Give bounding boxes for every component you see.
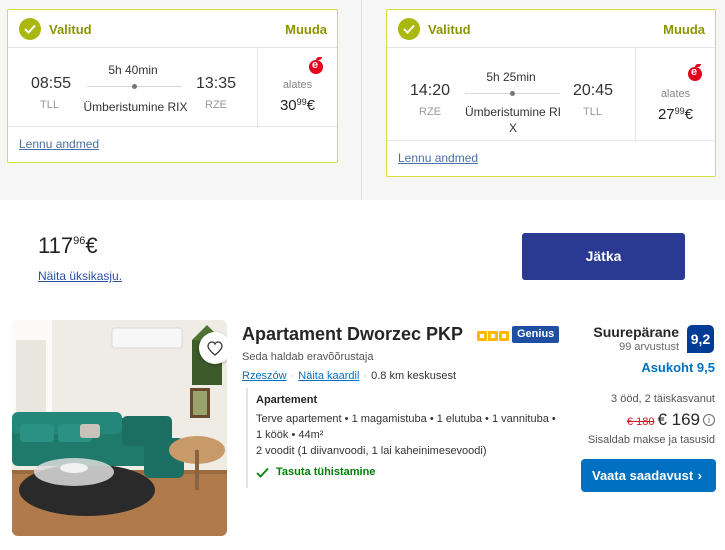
currency: € <box>684 106 694 123</box>
dot-icon <box>510 91 515 96</box>
inbound-segment: 14:20 RZE 5h 25min Ümberistumine RI X 20… <box>387 48 636 142</box>
flight-selection-area: Valitud Muuda 08:55 TLL 5h 40min Ümberis… <box>0 0 725 200</box>
genius-badge: Genius <box>512 326 560 343</box>
bed-info: 2 voodit (1 diivanvoodi, 1 lai kaheinime… <box>256 445 487 457</box>
room-details: Apartement Terve apartement • 1 magamist… <box>246 388 566 488</box>
show-breakdown-link[interactable]: Näita üksikasju. <box>38 269 122 283</box>
price-row: € 180 € 169 i <box>627 410 715 430</box>
airline-logo-icon <box>688 66 702 81</box>
outbound-card-header: Valitud Muuda <box>8 10 337 48</box>
depart-time: 14:20 <box>410 82 451 99</box>
price-main: 30 <box>279 97 297 114</box>
total-price-main: 117 <box>38 233 74 258</box>
flight-duration: 5h 25min <box>486 70 536 84</box>
transfer-info: Ümberistumine RIX <box>83 100 188 114</box>
inbound-price-column: alates 2799€ <box>635 48 715 142</box>
inbound-price: 2799€ <box>636 106 715 123</box>
city-link[interactable]: Rzeszów <box>242 370 287 382</box>
arrive-airport-code: RZE <box>205 99 227 111</box>
transfer-line-1: Ümberistumine RI <box>464 105 562 119</box>
depart-time: 08:55 <box>31 75 72 92</box>
depart-airport-code: RZE <box>419 106 441 118</box>
price-main: 27 <box>657 106 675 123</box>
price-cents: 99 <box>674 106 685 116</box>
location-row: Rzeszów · Näita kaardil · 0.8 km keskusest <box>242 370 456 382</box>
check-icon <box>19 18 41 40</box>
room-type: Apartement <box>256 394 318 406</box>
transfer-info: Ümberistumine RI X <box>459 104 567 136</box>
outbound-price: 3099€ <box>258 97 337 114</box>
hotel-card: Apartament Dworzec PKP Genius Seda halda… <box>0 316 725 550</box>
outbound-price-column: alates 3099€ <box>257 48 337 128</box>
airline-logo-leaf <box>316 57 322 60</box>
info-icon[interactable]: i <box>703 414 715 426</box>
total-currency: € <box>85 233 98 258</box>
selected-status: Valitud <box>428 22 471 37</box>
airline-logo-icon <box>309 59 323 74</box>
total-price-cents: 96 <box>73 235 86 247</box>
continue-button[interactable]: Jätka <box>522 233 685 280</box>
from-label: alates <box>282 79 313 91</box>
check-icon <box>256 467 269 478</box>
price-cents: 99 <box>296 97 307 107</box>
star-icon <box>477 331 487 341</box>
arrive-airport-code: TLL <box>583 106 602 118</box>
inbound-flight-card: Valitud Muuda 14:20 RZE 5h 25min Ümberis… <box>386 9 716 177</box>
chevron-right-icon: › <box>697 468 702 483</box>
outbound-segment: 08:55 TLL 5h 40min Ümberistumine RIX 13:… <box>8 48 258 128</box>
free-cancellation-label: Tasuta tühistamine <box>276 466 376 478</box>
review-score-badge[interactable]: 9,2 <box>687 325 714 353</box>
show-on-map-link[interactable]: Näita kaardil <box>298 370 359 382</box>
distance-text: 0.8 km keskusest <box>371 370 457 382</box>
dot-icon <box>132 84 137 89</box>
taxes-note: Sisaldab makse ja tasusid <box>587 434 715 446</box>
free-cancellation: Tasuta tühistamine <box>256 466 375 478</box>
check-icon <box>398 18 420 40</box>
see-availability-label: Vaata saadavust <box>592 468 694 483</box>
managed-by-text: Seda haldab eravõõrustaja <box>242 351 374 363</box>
arrive-time: 20:45 <box>573 82 614 99</box>
location-score: Asukoht 9,5 <box>641 360 715 375</box>
change-outbound-link[interactable]: Muuda <box>285 22 327 37</box>
hotel-name-link[interactable]: Apartament Dworzec PKP <box>242 324 463 345</box>
transfer-line-2: X <box>508 121 517 135</box>
total-price-bar: 11796€ Näita üksikasju. Jätka <box>8 203 717 313</box>
separator: · <box>290 370 295 382</box>
rating-word: Suurepärane <box>593 324 679 340</box>
room-features-line-1: Terve apartement • 1 magamistuba • 1 elu… <box>256 413 556 425</box>
depart-airport-code: TLL <box>40 99 59 111</box>
old-price: € 180 <box>626 416 655 428</box>
inbound-card-footer: Lennu andmed <box>387 140 715 176</box>
from-label: alates <box>660 88 691 100</box>
review-count: 99 arvustust <box>619 341 679 353</box>
apartment-photo-illustration <box>12 320 227 536</box>
stay-info: 3 ööd, 2 täiskasvanut <box>611 393 715 405</box>
favorite-button[interactable] <box>199 332 227 364</box>
change-inbound-link[interactable]: Muuda <box>663 22 705 37</box>
star-icon <box>488 331 498 341</box>
total-price: 11796€ <box>38 233 98 259</box>
arrive-time: 13:35 <box>196 75 237 92</box>
see-availability-button[interactable]: Vaata saadavust › <box>581 459 716 492</box>
hotel-photo[interactable] <box>12 320 227 536</box>
star-rating <box>477 328 510 346</box>
outbound-flight-card: Valitud Muuda 08:55 TLL 5h 40min Ümberis… <box>7 9 338 163</box>
inbound-card-header: Valitud Muuda <box>387 10 715 48</box>
flight-details-link[interactable]: Lennu andmed <box>19 137 99 151</box>
airline-logo-leaf <box>695 64 701 67</box>
separator: · <box>363 370 368 382</box>
outbound-card-footer: Lennu andmed <box>8 126 337 162</box>
flight-details-link[interactable]: Lennu andmed <box>398 151 478 165</box>
selected-status: Valitud <box>49 22 92 37</box>
currency: € <box>306 97 316 114</box>
heart-icon <box>207 341 223 356</box>
column-divider <box>361 0 362 200</box>
current-price: € 169 <box>657 410 700 429</box>
star-icon <box>499 331 509 341</box>
room-features-line-2: 1 köök • 44m² <box>256 429 324 441</box>
flight-duration: 5h 40min <box>108 63 158 77</box>
